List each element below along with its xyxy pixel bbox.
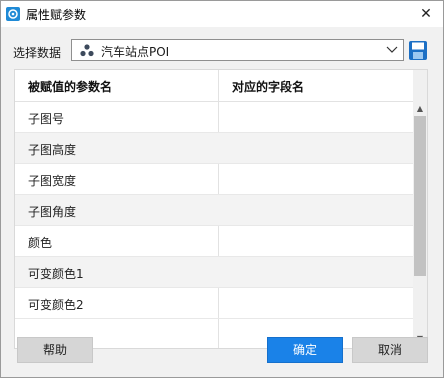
scroll-up-icon[interactable]: ▲ [413, 102, 427, 116]
column-header-field: 对应的字段名 [232, 80, 305, 94]
param-name-cell: 子图高度 [28, 143, 77, 157]
ok-button[interactable]: 确定 [267, 337, 343, 363]
cancel-button[interactable]: 取消 [352, 337, 428, 363]
app-icon [6, 7, 20, 21]
table-row[interactable]: 子图宽度 [15, 164, 413, 195]
param-name-cell: 可变颜色2 [28, 298, 84, 312]
close-icon: ✕ [420, 6, 432, 22]
table-row[interactable]: 子图号 [15, 102, 413, 133]
poi-dataset-icon [80, 44, 94, 57]
param-name-cell: 子图号 [28, 112, 65, 126]
param-name-cell: 可变颜色1 [28, 267, 84, 281]
scroll-thumb[interactable] [414, 116, 426, 276]
dialog-window: 属性赋参数 ✕ 选择数据 汽车站点POI 被赋值的参数名 对应的字段名 子图号 … [0, 0, 444, 378]
parameter-table: 被赋值的参数名 对应的字段名 子图号 子图高度 子图宽度 子图角度 颜色 可变颜… [14, 69, 428, 349]
table-row[interactable]: 子图高度 [15, 133, 413, 164]
datasource-value: 汽车站点POI [101, 45, 170, 59]
save-icon[interactable] [408, 40, 428, 61]
field-name-cell[interactable] [219, 164, 413, 194]
table-header: 被赋值的参数名 对应的字段名 [15, 70, 413, 102]
param-name-cell: 子图宽度 [28, 174, 77, 188]
table-body: 子图号 子图高度 子图宽度 子图角度 颜色 可变颜色1 可变颜色2 [15, 102, 413, 319]
field-name-cell[interactable] [219, 257, 413, 287]
field-name-cell[interactable] [219, 288, 413, 318]
param-name-cell: 子图角度 [28, 205, 77, 219]
table-row[interactable]: 子图角度 [15, 195, 413, 226]
column-header-param: 被赋值的参数名 [28, 80, 113, 94]
help-button[interactable]: 帮助 [17, 337, 93, 363]
window-title: 属性赋参数 [26, 8, 87, 22]
close-button[interactable]: ✕ [413, 4, 439, 24]
field-name-cell[interactable] [219, 102, 413, 132]
dialog-body: 选择数据 汽车站点POI 被赋值的参数名 对应的字段名 子图号 子图高度 子图宽… [1, 27, 443, 377]
datasource-label: 选择数据 [13, 46, 62, 60]
datasource-dropdown[interactable]: 汽车站点POI [71, 39, 404, 61]
chevron-down-icon [386, 46, 398, 53]
title-bar: 属性赋参数 ✕ [1, 1, 443, 27]
table-row[interactable]: 可变颜色2 [15, 288, 413, 319]
table-row[interactable]: 颜色 [15, 226, 413, 257]
field-name-cell[interactable] [219, 226, 413, 256]
vertical-scrollbar[interactable]: ▲ ▼ [413, 70, 427, 348]
field-name-cell[interactable] [219, 133, 413, 163]
param-name-cell: 颜色 [28, 236, 53, 250]
table-row[interactable]: 可变颜色1 [15, 257, 413, 288]
field-name-cell[interactable] [219, 195, 413, 225]
